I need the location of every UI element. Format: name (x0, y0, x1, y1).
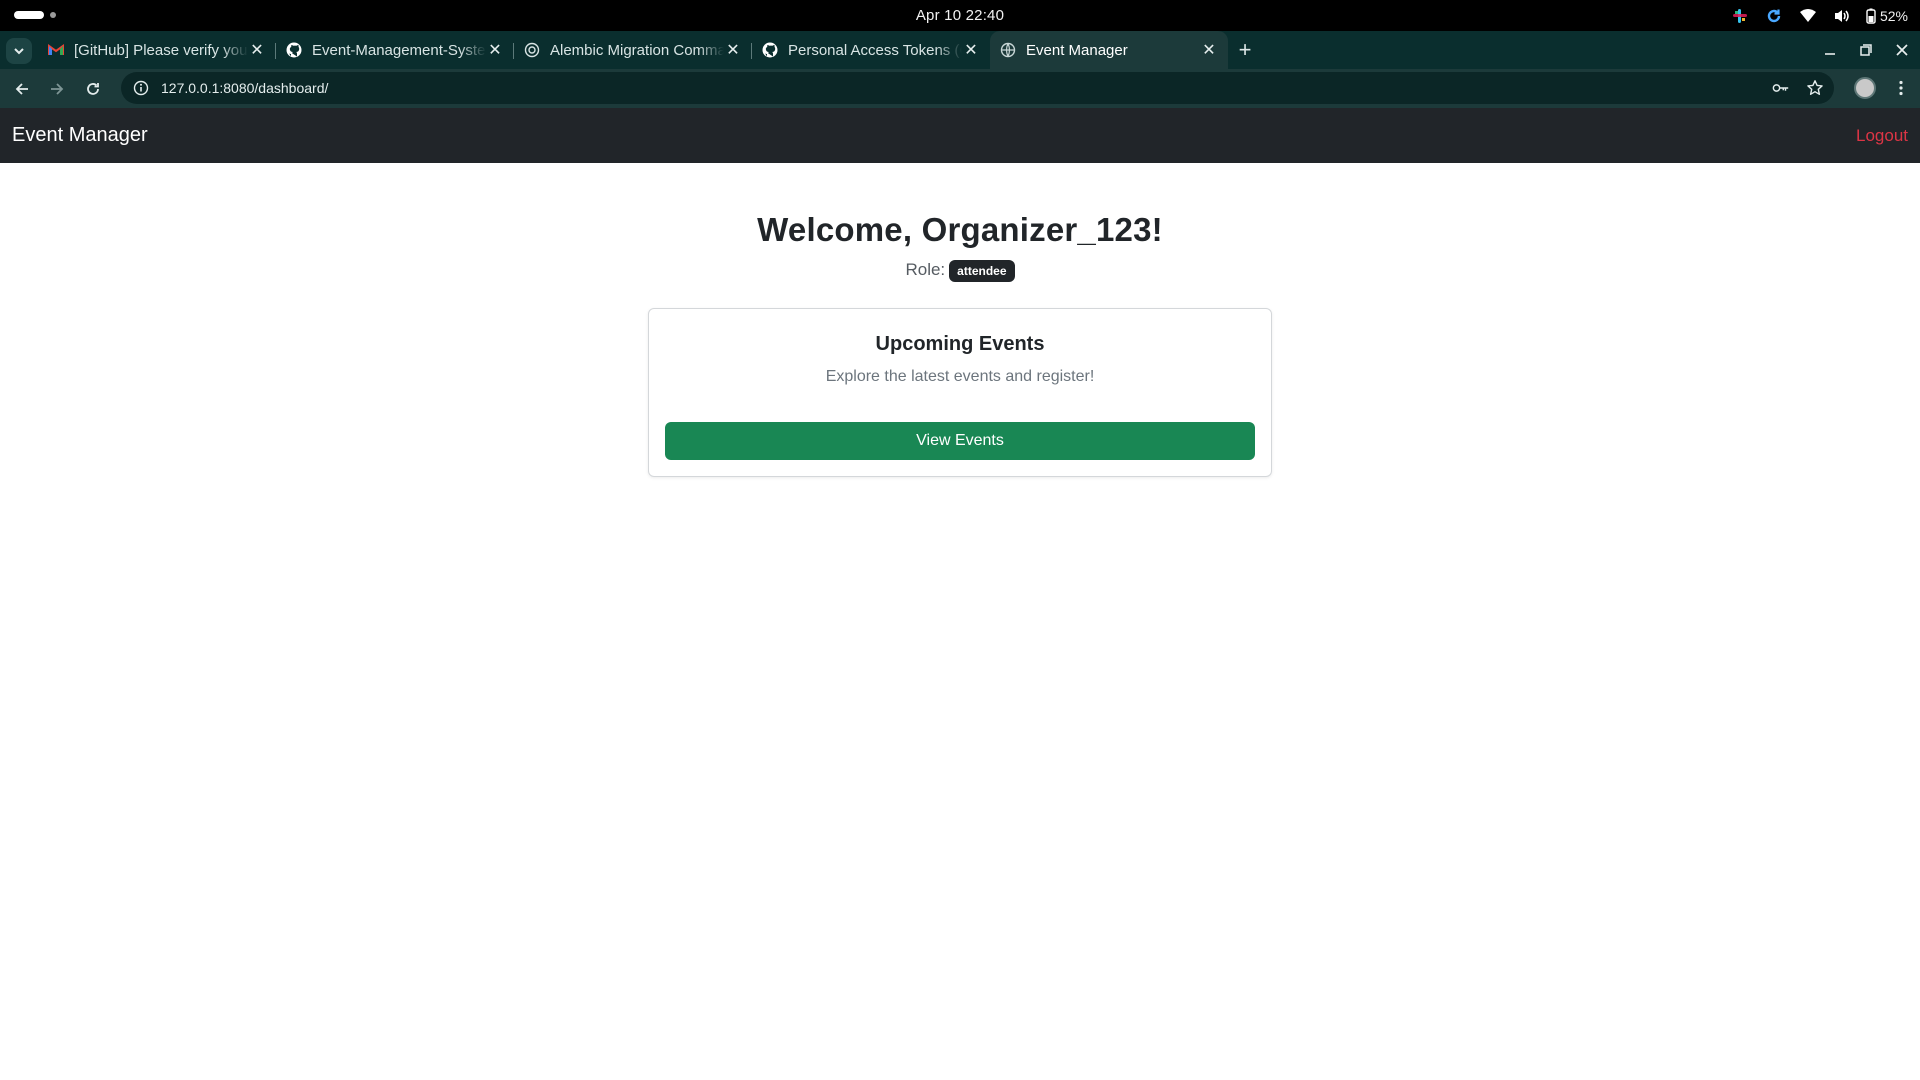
slack-icon[interactable] (1730, 6, 1750, 26)
wifi-icon[interactable] (1798, 6, 1818, 26)
tab-title: Alembic Migration Commands (550, 41, 724, 59)
battery-icon (1866, 8, 1876, 24)
close-icon[interactable]: ✕ (486, 41, 504, 59)
globe-icon (524, 42, 540, 58)
battery-percent: 52% (1879, 8, 1908, 24)
password-key-icon[interactable] (1772, 79, 1790, 97)
view-events-button[interactable]: View Events (665, 422, 1255, 460)
browser-toolbar: 127.0.0.1:8080/dashboard/ (0, 69, 1920, 108)
tab-title: [GitHub] Please verify your device (74, 41, 248, 59)
tab-list: [GitHub] Please verify your device ✕ Eve… (38, 31, 1228, 69)
close-icon[interactable]: ✕ (248, 41, 266, 59)
tab-event-manager[interactable]: Event Manager ✕ (990, 31, 1228, 69)
toolbar-right (1854, 77, 1910, 99)
role-badge: attendee (949, 260, 1015, 282)
card-title: Upcoming Events (875, 333, 1045, 355)
address-bar[interactable]: 127.0.0.1:8080/dashboard/ (121, 72, 1834, 104)
github-icon (762, 42, 778, 58)
os-top-bar: Apr 10 22:40 52% (0, 0, 1920, 31)
tab-alembic[interactable]: Alembic Migration Commands ✕ (514, 31, 752, 69)
welcome-heading: Welcome, Organizer_123! (757, 211, 1163, 248)
sync-icon[interactable] (1764, 6, 1784, 26)
kebab-menu-icon[interactable] (1892, 79, 1910, 97)
tab-github-repo[interactable]: Event-Management-System ✕ (276, 31, 514, 69)
site-info-icon[interactable] (133, 80, 149, 96)
app-navbar: Event Manager Logout (0, 108, 1920, 163)
close-icon[interactable]: ✕ (724, 41, 742, 59)
battery-status[interactable]: 52% (1866, 8, 1908, 24)
volume-icon[interactable] (1832, 6, 1852, 26)
tab-title: Personal Access Tokens (Classic) (788, 41, 962, 59)
card-text: Explore the latest events and register! (825, 368, 1095, 385)
brand-link[interactable]: Event Manager (12, 124, 148, 147)
restore-icon[interactable] (1856, 41, 1876, 59)
url-text[interactable]: 127.0.0.1:8080/dashboard/ (161, 80, 328, 96)
new-tab-button[interactable]: + (1234, 37, 1256, 62)
tab-github-tokens[interactable]: Personal Access Tokens (Classic) ✕ (752, 31, 990, 69)
role-label: Role: (905, 260, 946, 279)
role-line: Role: attendee (0, 259, 1920, 282)
close-icon[interactable]: ✕ (1200, 41, 1218, 59)
window-controls (1820, 41, 1912, 59)
address-bar-actions (1772, 79, 1824, 97)
back-arrow-icon[interactable] (11, 78, 33, 100)
bookmark-star-icon[interactable] (1806, 79, 1824, 97)
gmail-icon (48, 42, 64, 58)
dashboard-content: Welcome, Organizer_123! Role: attendee U… (0, 163, 1920, 477)
profile-avatar[interactable] (1854, 77, 1876, 99)
chevron-down-icon (14, 48, 24, 55)
logout-link[interactable]: Logout (1856, 126, 1908, 146)
window-close-icon[interactable] (1892, 41, 1912, 59)
globe-icon (1000, 42, 1016, 58)
system-clock[interactable]: Apr 10 22:40 (0, 7, 1920, 24)
tab-gmail[interactable]: [GitHub] Please verify your device ✕ (38, 31, 276, 69)
browser-tab-strip: [GitHub] Please verify your device ✕ Eve… (0, 31, 1920, 69)
tab-search-button[interactable] (6, 38, 32, 64)
close-icon[interactable]: ✕ (962, 41, 980, 59)
system-tray[interactable]: 52% (1730, 6, 1908, 26)
upcoming-events-card: Upcoming Events Explore the latest event… (648, 308, 1272, 477)
reload-icon[interactable] (82, 78, 104, 100)
forward-arrow-icon[interactable] (46, 78, 68, 100)
github-icon (286, 42, 302, 58)
tab-title: Event Manager (1026, 41, 1128, 59)
tab-title: Event-Management-System (312, 41, 486, 59)
minimize-icon[interactable] (1820, 41, 1840, 59)
